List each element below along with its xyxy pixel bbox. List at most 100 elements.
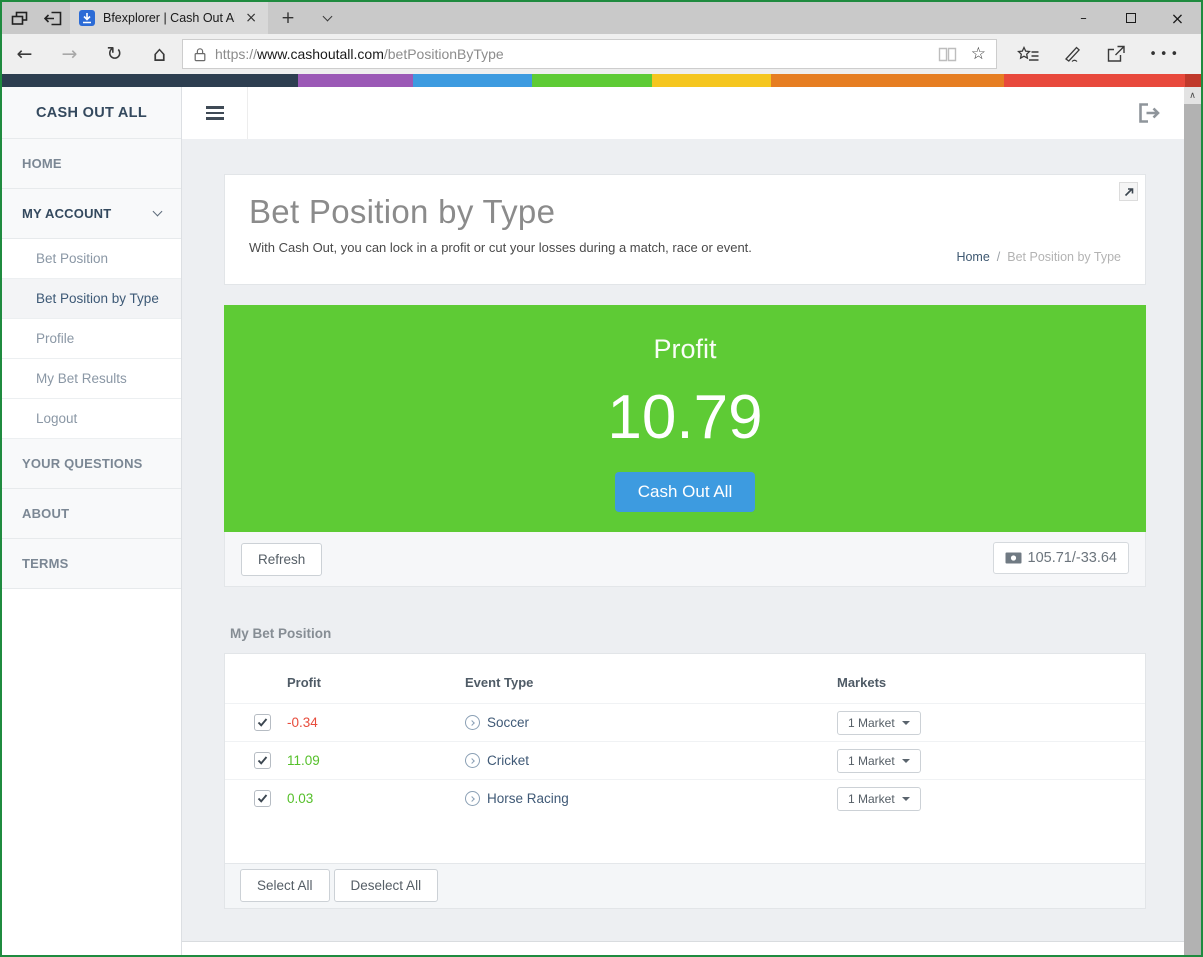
- markets-dropdown[interactable]: 1 Market: [837, 711, 921, 735]
- breadcrumb-home-link[interactable]: Home: [956, 250, 989, 264]
- set-tabs-aside-button[interactable]: [36, 2, 70, 34]
- address-bar[interactable]: https://www.cashoutall.com/betPositionBy…: [182, 39, 997, 69]
- markets-dropdown[interactable]: 1 Market: [837, 749, 921, 773]
- cash-out-all-button[interactable]: Cash Out All: [615, 472, 756, 512]
- window-controls: – ×: [1060, 2, 1201, 34]
- breadcrumb-current: Bet Position by Type: [1007, 250, 1121, 264]
- markets-label: 1 Market: [848, 754, 895, 768]
- row-checkbox[interactable]: [254, 714, 271, 731]
- caret-down-icon: [902, 759, 910, 763]
- brand-logo[interactable]: CASH OUT ALL: [2, 87, 181, 139]
- page-header-card: Bet Position by Type With Cash Out, you …: [224, 174, 1146, 285]
- profit-cell: -0.34: [287, 715, 465, 730]
- main-area: Bet Position by Type With Cash Out, you …: [182, 87, 1184, 955]
- checkmark-icon: [257, 718, 268, 727]
- arrow-up-right-icon: [1124, 187, 1134, 197]
- sidebar-item-your-questions[interactable]: YOUR QUESTIONS: [2, 439, 181, 489]
- sidebar-item-bet-position-by-type[interactable]: Bet Position by Type: [2, 279, 181, 319]
- sidebar-item-logout[interactable]: Logout: [2, 399, 181, 439]
- scrollbar[interactable]: ∧: [1184, 87, 1201, 955]
- new-tab-button[interactable]: +: [268, 2, 308, 34]
- browser-tab[interactable]: Bfexplorer | Cash Out Al ×: [70, 2, 268, 34]
- maximize-button[interactable]: [1107, 2, 1154, 34]
- table-header-row: Profit Event Type Markets: [225, 654, 1145, 703]
- deselect-all-button[interactable]: Deselect All: [334, 869, 439, 902]
- balance-value: 105.71/-33.64: [1028, 550, 1118, 566]
- sidebar-item-terms[interactable]: TERMS: [2, 539, 181, 589]
- column-header-profit: Profit: [287, 675, 465, 690]
- table-footer: Select All Deselect All: [225, 863, 1145, 908]
- browser-window: Bfexplorer | Cash Out Al × + – × ← → ↻ ⌂…: [0, 0, 1203, 957]
- event-type-cell: Soccer: [465, 715, 837, 730]
- tab-close-icon[interactable]: ×: [243, 10, 259, 26]
- forward-button[interactable]: →: [47, 43, 92, 65]
- row-checkbox[interactable]: [254, 790, 271, 807]
- stripe-segment: [1185, 74, 1201, 87]
- circle-chevron-icon: [465, 753, 480, 768]
- back-button[interactable]: ←: [2, 43, 47, 65]
- maximize-icon: [1126, 13, 1136, 23]
- expand-panel-button[interactable]: [1119, 182, 1138, 201]
- annotate-pen-icon[interactable]: [1063, 45, 1082, 63]
- bet-position-table: Profit Event Type Markets -0.34: [224, 653, 1146, 909]
- reading-view-icon[interactable]: [938, 47, 957, 62]
- tab-preview-icon: [11, 11, 28, 26]
- stripe-segment: [771, 74, 1005, 87]
- circle-chevron-icon: [465, 715, 480, 730]
- menu-toggle-button[interactable]: [182, 87, 248, 139]
- stripe-segment: [413, 74, 532, 87]
- page-title: Bet Position by Type: [249, 193, 1121, 231]
- column-header-event-type: Event Type: [465, 675, 837, 690]
- stripe-segment: [298, 74, 413, 87]
- url-scheme: https://: [215, 46, 257, 62]
- logout-button[interactable]: [1136, 102, 1162, 124]
- favorite-star-icon[interactable]: ☆: [971, 44, 986, 64]
- close-button[interactable]: ×: [1154, 2, 1201, 34]
- stripe-segment: [1004, 74, 1185, 87]
- title-bar: Bfexplorer | Cash Out Al × + – ×: [2, 2, 1201, 34]
- checkmark-icon: [257, 756, 268, 765]
- caret-down-icon: [902, 721, 910, 725]
- lock-icon: [193, 46, 207, 63]
- sidebar-item-home[interactable]: HOME: [2, 139, 181, 189]
- row-checkbox[interactable]: [254, 752, 271, 769]
- refresh-button[interactable]: ↻: [92, 43, 137, 65]
- caret-down-icon: [902, 797, 910, 801]
- sidebar-item-about[interactable]: ABOUT: [2, 489, 181, 539]
- tab-preview-button[interactable]: [2, 2, 36, 34]
- page-footer: [182, 941, 1184, 955]
- table-row: 11.09 Cricket 1 Market: [225, 741, 1145, 779]
- url-host: www.cashoutall.com: [257, 46, 384, 62]
- checkmark-icon: [257, 794, 268, 803]
- scroll-up-arrow[interactable]: ∧: [1184, 87, 1201, 104]
- sidebar-item-my-bet-results[interactable]: My Bet Results: [2, 359, 181, 399]
- sidebar-item-profile[interactable]: Profile: [2, 319, 181, 359]
- more-options-icon[interactable]: •••: [1149, 47, 1181, 62]
- tab-list-button[interactable]: [308, 2, 346, 34]
- section-title: My Bet Position: [230, 626, 1146, 641]
- bfexplorer-favicon: [79, 10, 95, 26]
- event-type-label: Soccer: [487, 715, 529, 730]
- table-row: 0.03 Horse Racing 1 Market: [225, 779, 1145, 817]
- sidebar-item-my-account[interactable]: MY ACCOUNT: [2, 189, 181, 239]
- sidebar: CASH OUT ALL HOME MY ACCOUNT Bet Positio…: [2, 87, 182, 955]
- refresh-bets-button[interactable]: Refresh: [241, 543, 322, 576]
- markets-dropdown[interactable]: 1 Market: [837, 787, 921, 811]
- balance-badge: 105.71/-33.64: [993, 542, 1130, 574]
- profit-panel-footer: Refresh 105.71/-33.64: [224, 532, 1146, 587]
- event-type-label: Horse Racing: [487, 791, 569, 806]
- top-bar: [182, 87, 1184, 139]
- event-type-cell: Cricket: [465, 753, 837, 768]
- select-all-button[interactable]: Select All: [240, 869, 330, 902]
- breadcrumb-separator: /: [997, 250, 1000, 264]
- minimize-button[interactable]: –: [1060, 2, 1107, 34]
- event-type-cell: Horse Racing: [465, 791, 837, 806]
- share-icon[interactable]: [1106, 45, 1126, 63]
- sidebar-item-bet-position[interactable]: Bet Position: [2, 239, 181, 279]
- money-icon: [1005, 552, 1022, 564]
- accent-stripe: [2, 74, 1201, 87]
- home-button[interactable]: ⌂: [137, 42, 182, 66]
- chevron-down-icon: [322, 12, 332, 22]
- hub-icon[interactable]: [1017, 46, 1040, 63]
- stripe-segment: [532, 74, 652, 87]
